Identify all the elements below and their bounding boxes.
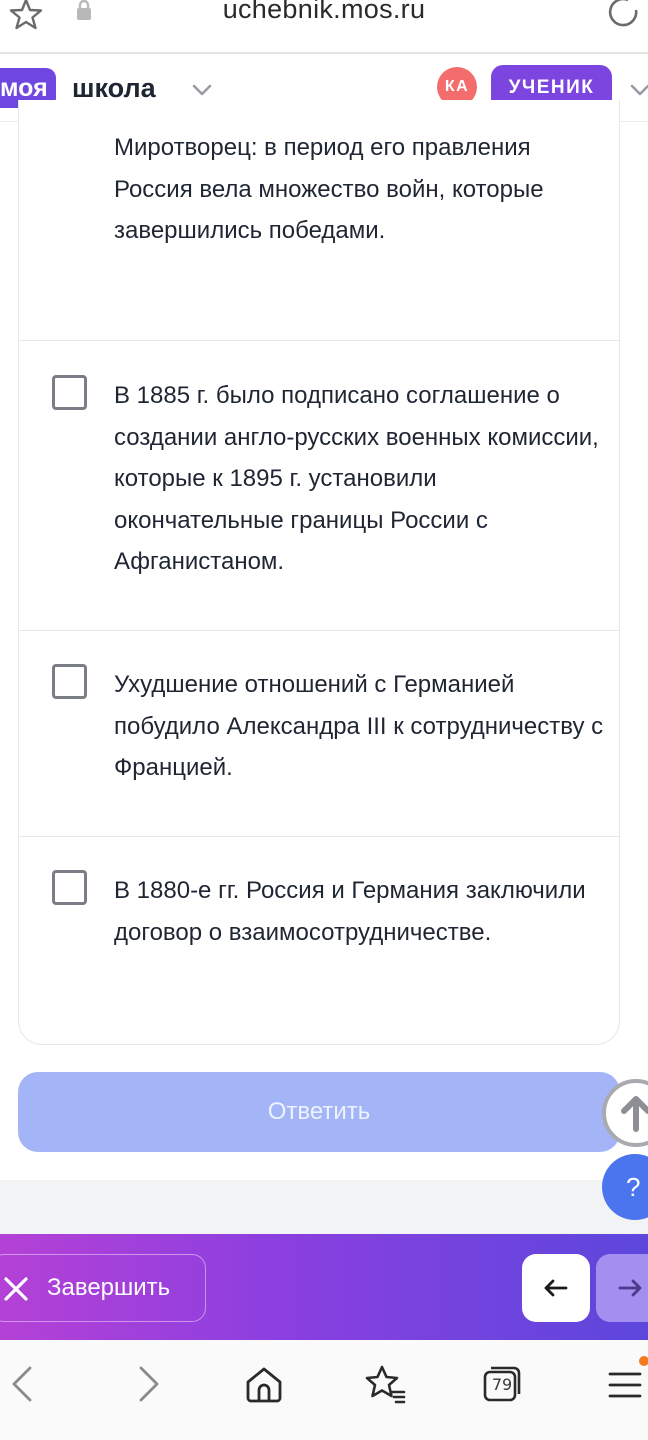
tab-count: 79 [491, 1375, 513, 1394]
option-text: В 1880-е гг. Россия и Германия заключили… [114, 877, 586, 946]
browser-bottom-bar [0, 1340, 648, 1440]
option-text: Миротворец: в период его правления Росси… [114, 134, 544, 244]
home-icon[interactable] [242, 1362, 286, 1406]
finish-button[interactable]: Завершить [0, 1254, 206, 1322]
close-icon [4, 1277, 28, 1301]
answer-option[interactable]: В 1885 г. было подписано соглашение о со… [19, 341, 619, 631]
notification-dot [639, 1356, 648, 1366]
arrow-up-icon [621, 1096, 648, 1132]
finish-label: Завершить [47, 1274, 171, 1301]
back-icon[interactable] [2, 1362, 46, 1406]
answer-option[interactable]: Миротворец: в период его правления Росси… [19, 100, 619, 341]
arrow-left-icon [544, 1279, 568, 1297]
option-text: Ухудшение отношений с Германией побудило… [114, 671, 604, 781]
menu-icon[interactable] [602, 1362, 646, 1406]
next-question-button[interactable] [596, 1254, 648, 1322]
arrow-right-icon [618, 1279, 642, 1297]
reload-icon[interactable] [604, 0, 644, 32]
page-footer-band [0, 1180, 648, 1236]
answer-button[interactable]: Ответить [18, 1072, 620, 1152]
bookmarks-icon[interactable] [362, 1362, 406, 1406]
test-navigation-bar: Завершить [0, 1234, 648, 1340]
forward-icon[interactable] [125, 1362, 169, 1406]
previous-question-button[interactable] [522, 1254, 590, 1322]
option-checkbox[interactable] [52, 870, 87, 905]
option-checkbox[interactable] [52, 664, 87, 699]
browser-top-bar: uchebnik.mos.ru [0, 0, 648, 54]
answer-option[interactable]: Ухудшение отношений с Германией побудило… [19, 631, 619, 837]
scroll-to-top-button[interactable] [602, 1079, 648, 1147]
chevron-down-icon[interactable] [628, 78, 648, 102]
option-text: В 1885 г. было подписано соглашение о со… [114, 382, 599, 575]
chevron-down-icon[interactable] [190, 78, 214, 102]
address-bar-url[interactable]: uchebnik.mos.ru [0, 0, 648, 25]
option-checkbox[interactable] [52, 375, 87, 410]
answer-option[interactable]: В 1880-е гг. Россия и Германия заключили… [19, 837, 619, 1044]
options-card: Миротворец: в период его правления Росси… [18, 100, 620, 1045]
